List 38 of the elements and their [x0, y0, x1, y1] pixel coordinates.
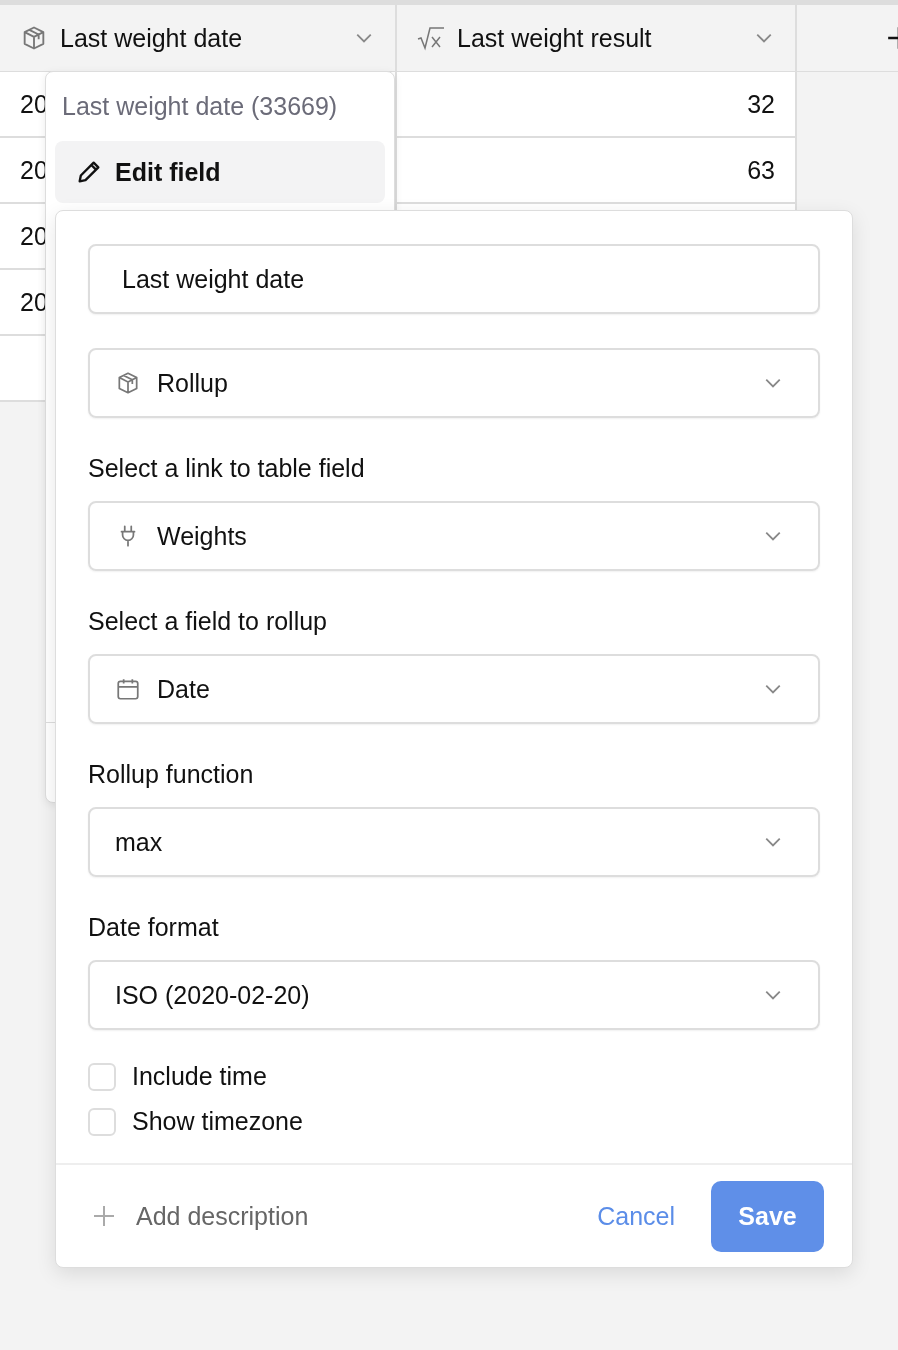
field-label: Rollup function [88, 760, 255, 789]
checkbox[interactable] [88, 1107, 116, 1136]
select-field[interactable]: max [88, 807, 820, 877]
select-value: max [115, 827, 164, 857]
number-text: 63 [747, 155, 775, 185]
select-value: ISO (2020-02-20) [115, 980, 311, 1010]
field-label: Select a link to table field [88, 454, 366, 483]
select-field[interactable]: ISO (2020-02-20) [88, 960, 820, 1030]
select-value: Rollup [157, 368, 229, 398]
cube-icon [115, 370, 141, 396]
field-label: Date format [88, 913, 220, 942]
calendar-icon [115, 676, 141, 702]
select-field[interactable]: Date [88, 654, 820, 724]
chevron-down-icon [355, 32, 373, 44]
checkbox-label: Include time [132, 1062, 267, 1091]
chevron-down-icon [764, 836, 782, 848]
checkbox[interactable] [88, 1062, 116, 1091]
select-value: Weights [157, 521, 248, 551]
checkbox-label: Show timezone [132, 1107, 303, 1136]
number-text: 32 [747, 89, 775, 119]
name-field[interactable]: Last weight date [88, 244, 820, 314]
chevron-down-icon [764, 989, 782, 1001]
column-title: Last weight date [60, 23, 244, 53]
select-field[interactable]: Rollup [88, 348, 820, 418]
chevron-down-icon [764, 683, 782, 695]
chevron-down-icon [755, 32, 773, 44]
select-value: Date [157, 674, 211, 704]
plus-icon [92, 1204, 116, 1228]
column-title: Last weight result [457, 23, 653, 53]
select-field[interactable]: Weights [88, 501, 820, 571]
add-description-button[interactable]: Add description [92, 1201, 309, 1231]
menu-title: Last weight date (33669) [61, 91, 339, 122]
field-label: Select a field to rollup [88, 607, 329, 636]
menu-item-label: Edit field [115, 157, 221, 187]
square-root-icon [417, 24, 445, 52]
chevron-down-icon [764, 377, 782, 389]
chevron-down-icon [764, 530, 782, 542]
menu-item[interactable]: Edit field [55, 141, 385, 203]
